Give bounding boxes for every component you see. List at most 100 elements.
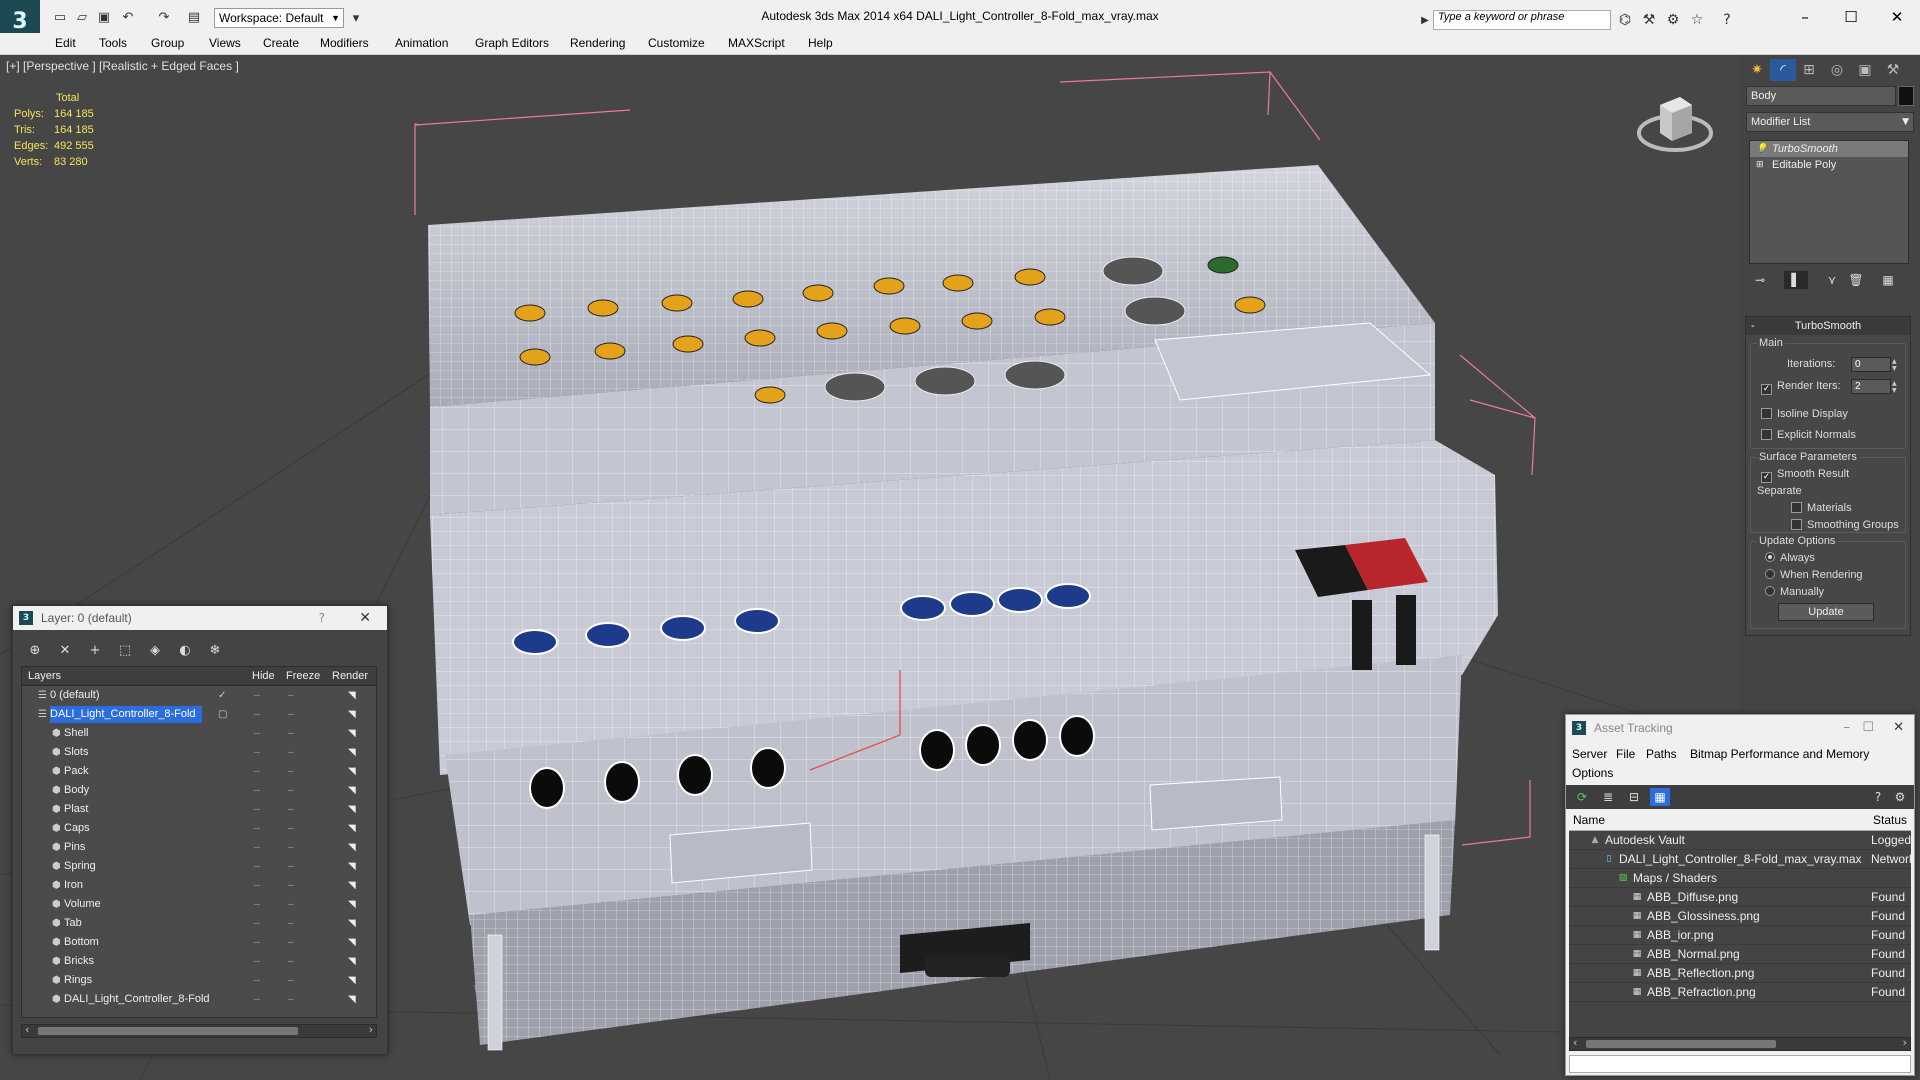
layer-row-name[interactable]: Pack [64, 763, 94, 780]
hide-toggle[interactable]: — [254, 857, 260, 876]
freeze-toggle[interactable]: — [288, 724, 294, 743]
hide-toggle[interactable]: — [254, 914, 260, 933]
col-name[interactable]: Name [1573, 809, 1605, 831]
freeze-toggle[interactable]: — [288, 838, 294, 857]
radio-dot[interactable] [1765, 569, 1775, 579]
render-iters-spinner[interactable]: 2 ▲ ▼ [1851, 379, 1897, 394]
asset-row[interactable]: ▨ Maps / Shaders [1569, 869, 1911, 888]
freeze-toggle[interactable]: — [288, 876, 294, 895]
render-teapot-icon[interactable]: ◥ [348, 971, 356, 990]
delete-layer-icon[interactable]: ✕ [53, 640, 77, 660]
layer-row[interactable]: ☰ 0 (default) ✓ — — ◥ [22, 686, 376, 705]
save-file-icon[interactable]: ▣ [94, 7, 114, 27]
search-input[interactable]: Type a keyword or phrase [1433, 10, 1611, 30]
check-icon[interactable]: ✓ [1761, 472, 1772, 483]
layer-row-name[interactable]: Bottom [64, 934, 105, 951]
layer-row-name[interactable]: Tab [64, 915, 88, 932]
render-teapot-icon[interactable]: ◥ [348, 838, 356, 857]
motion-tab-icon[interactable]: ◎ [1824, 59, 1850, 81]
freeze-toggle[interactable]: — [288, 743, 294, 762]
freeze-toggle[interactable]: — [288, 857, 294, 876]
layer-row[interactable]: ⬢ Spring — — ◥ [22, 857, 376, 876]
scroll-right-icon[interactable]: › [369, 1023, 373, 1036]
scroll-left-icon[interactable]: ‹ [1573, 1036, 1577, 1049]
maximize-icon[interactable]: ☐ [1828, 0, 1874, 33]
scroll-thumb[interactable] [38, 1027, 298, 1035]
freeze-toggle[interactable]: — [288, 762, 294, 781]
lightbulb-icon[interactable]: 💡 [1756, 141, 1767, 157]
layer-row[interactable]: ⬢ DALI_Light_Controller_8-Fold — — ◥ [22, 990, 376, 1009]
hide-toggle[interactable]: — [254, 971, 260, 990]
freeze-toggle[interactable]: — [288, 990, 294, 1009]
check-icon[interactable]: ✓ [1761, 384, 1772, 395]
layer-row[interactable]: ⬢ Volume — — ◥ [22, 895, 376, 914]
update-button[interactable]: Update [1778, 603, 1874, 621]
favorites-icon[interactable]: ☆ [1686, 10, 1708, 30]
hide-toggle[interactable]: — [254, 800, 260, 819]
help-icon[interactable]: ? [1868, 788, 1888, 806]
close-icon[interactable]: ✕ [1874, 0, 1920, 33]
layer-dialog-titlebar[interactable]: 3 Layer: 0 (default) ? ✕ [13, 606, 387, 630]
smoothing-groups-checkbox[interactable]: Smoothing Groups [1791, 519, 1899, 531]
freeze-toggle[interactable]: — [288, 705, 294, 724]
scroll-left-icon[interactable]: ‹ [25, 1023, 29, 1036]
update-manually-radio[interactable]: Manually [1765, 586, 1824, 598]
asset-menu-options[interactable]: Options [1572, 766, 1613, 780]
render-teapot-icon[interactable]: ◥ [348, 876, 356, 895]
asset-horizontal-scrollbar[interactable]: ‹ › [1569, 1036, 1911, 1051]
hide-toggle[interactable]: — [254, 895, 260, 914]
menu-maxscript[interactable]: MAXScript [728, 36, 785, 50]
make-unique-icon[interactable]: ⋎ [1820, 271, 1844, 289]
menu-tools[interactable]: Tools [99, 36, 127, 50]
checkbox-box[interactable] [1761, 429, 1772, 440]
layer-row-name[interactable]: 0 (default) [50, 687, 106, 704]
render-teapot-icon[interactable]: ◥ [348, 857, 356, 876]
render-teapot-icon[interactable]: ◥ [348, 914, 356, 933]
render-teapot-icon[interactable]: ◥ [348, 800, 356, 819]
asset-row[interactable]: ▦ ABB_Glossiness.png Found [1569, 907, 1911, 926]
freeze-toggle[interactable]: — [288, 971, 294, 990]
create-layer-icon[interactable]: ⊕ [23, 640, 47, 660]
create-tab-icon[interactable]: ✷ [1744, 59, 1770, 81]
layer-row-name[interactable]: Plast [64, 801, 94, 818]
menu-edit[interactable]: Edit [55, 36, 76, 50]
layer-row[interactable]: ⬢ Bottom — — ◥ [22, 933, 376, 952]
render-teapot-icon[interactable]: ◥ [348, 781, 356, 800]
close-icon[interactable]: ✕ [359, 606, 371, 630]
asset-dialog-titlebar[interactable]: 3 Asset Tracking – ☐ ✕ [1566, 715, 1914, 741]
asset-row[interactable]: ▦ ABB_Diffuse.png Found [1569, 888, 1911, 907]
communication-icon[interactable]: ⚙ [1662, 10, 1684, 30]
menu-group[interactable]: Group [151, 36, 184, 50]
highlight-layer-icon[interactable]: ◈ [143, 640, 167, 660]
checkbox-box[interactable] [1791, 502, 1802, 513]
menu-views[interactable]: Views [209, 36, 241, 50]
display-tab-icon[interactable]: ▣ [1852, 59, 1878, 81]
render-teapot-icon[interactable]: ◥ [348, 895, 356, 914]
layer-row-name[interactable]: Rings [64, 972, 98, 989]
select-objects-icon[interactable]: ⬚ [113, 640, 137, 660]
col-render[interactable]: Render [332, 667, 368, 686]
hide-toggle[interactable]: — [254, 876, 260, 895]
object-name-field[interactable]: Body [1746, 86, 1896, 106]
layer-row-name[interactable]: Volume [64, 896, 107, 913]
layer-row-name[interactable]: Pins [64, 839, 91, 856]
layer-row[interactable]: ⬢ Slots — — ◥ [22, 743, 376, 762]
menu-customize[interactable]: Customize [648, 36, 705, 50]
render-teapot-icon[interactable]: ◥ [348, 762, 356, 781]
refresh-icon[interactable]: ⟳ [1572, 788, 1592, 806]
configure-modifier-sets-icon[interactable]: ▦ [1876, 271, 1900, 289]
render-teapot-icon[interactable]: ◥ [348, 990, 356, 1009]
workspace-menu-icon[interactable]: ▾ [346, 8, 366, 28]
asset-menu-file[interactable]: File [1616, 747, 1635, 761]
hide-toggle[interactable]: — [254, 819, 260, 838]
layer-row[interactable]: ⬢ Iron — — ◥ [22, 876, 376, 895]
new-file-icon[interactable]: ▭ [50, 7, 70, 27]
modify-tab-icon[interactable]: ◜ [1770, 59, 1796, 81]
asset-menu-bitmap-performance[interactable]: Bitmap Performance and Memory [1690, 747, 1869, 761]
materials-checkbox[interactable]: Materials [1791, 502, 1852, 514]
smooth-result-checkbox[interactable]: ✓ Smooth Result [1761, 468, 1849, 483]
render-teapot-icon[interactable]: ◥ [348, 724, 356, 743]
update-always-radio[interactable]: Always [1765, 552, 1815, 564]
freeze-toggle[interactable]: — [288, 819, 294, 838]
freeze-toggle[interactable]: — [288, 781, 294, 800]
